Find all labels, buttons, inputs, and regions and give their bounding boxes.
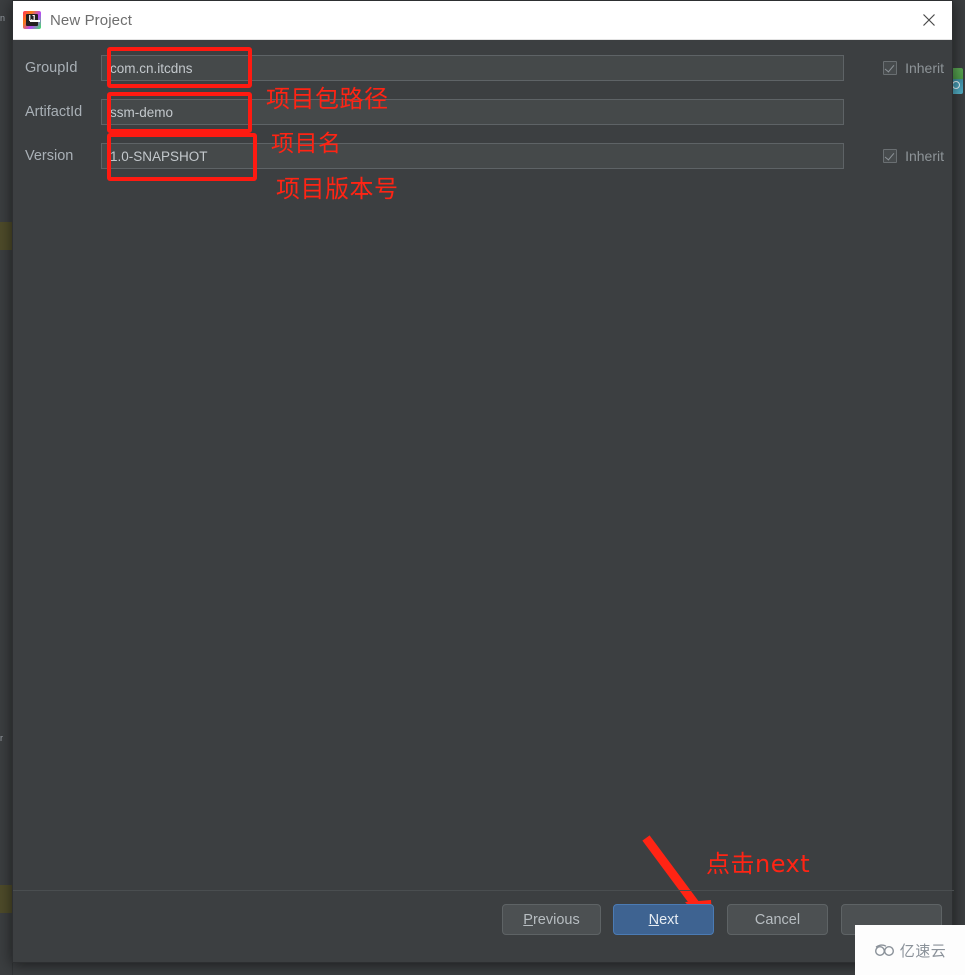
intellij-idea-icon: IJ: [23, 11, 41, 29]
artifactid-input[interactable]: ssm-demo: [101, 99, 844, 125]
ide-left-highlight-1: [0, 222, 12, 250]
form-row-groupid: GroupId com.cn.itcdns Inherit: [13, 53, 954, 83]
dialog-button-bar: Previous Next Cancel: [13, 890, 954, 962]
dialog-title: New Project: [50, 11, 132, 29]
next-button-label: Next: [648, 911, 679, 928]
version-annotation-text: 项目版本号: [276, 175, 399, 203]
version-inherit-label: Inherit: [905, 148, 944, 164]
version-inherit-checkbox[interactable]: [883, 149, 898, 163]
version-inherit-group[interactable]: Inherit: [883, 141, 944, 171]
version-input[interactable]: 1.0-SNAPSHOT: [101, 143, 844, 169]
new-project-dialog: IJ New Project GroupId com.cn.itcdns Inh…: [12, 0, 954, 963]
watermark: 亿速云: [855, 925, 965, 975]
groupid-label: GroupId: [25, 60, 78, 76]
form-row-version: Version 1.0-SNAPSHOT Inherit: [13, 141, 954, 171]
groupid-inherit-checkbox[interactable]: [883, 61, 898, 75]
previous-button[interactable]: Previous: [502, 904, 601, 935]
ide-left-highlight-2: [0, 885, 12, 913]
cancel-button[interactable]: Cancel: [727, 904, 828, 935]
ide-left-glyph-2: r: [0, 733, 3, 743]
artifactid-label: ArtifactId: [25, 104, 83, 120]
next-button[interactable]: Next: [613, 904, 714, 935]
watermark-text: 亿速云: [899, 941, 947, 960]
dialog-titlebar: IJ New Project: [13, 1, 952, 40]
ide-left-glyph-1: n: [0, 13, 6, 23]
project-coordinates-form: GroupId com.cn.itcdns Inherit ArtifactId…: [13, 40, 952, 893]
groupid-input[interactable]: com.cn.itcdns: [101, 55, 844, 81]
close-icon[interactable]: [906, 1, 952, 39]
groupid-inherit-label: Inherit: [905, 60, 944, 76]
cloud-icon: [874, 943, 896, 957]
form-row-artifactid: ArtifactId ssm-demo: [13, 97, 954, 127]
version-label: Version: [25, 148, 74, 164]
previous-button-label: Previous: [523, 911, 580, 928]
groupid-inherit-group[interactable]: Inherit: [883, 53, 944, 83]
